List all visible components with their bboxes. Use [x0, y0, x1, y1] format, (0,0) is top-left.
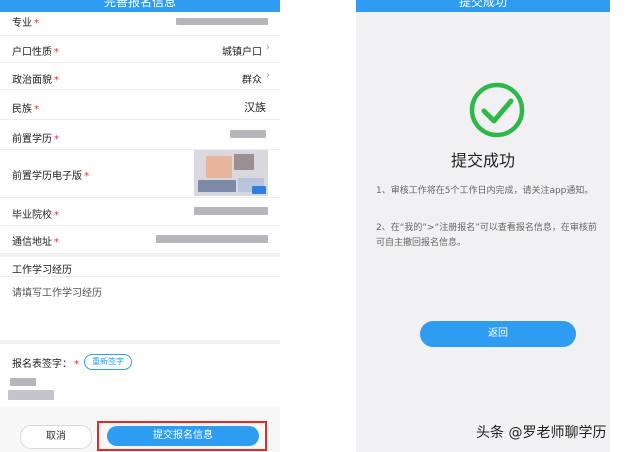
field-label: 通信地址 [12, 237, 52, 248]
field-value: 群众 [242, 75, 262, 86]
form-title: 完善报名信息 [103, 0, 176, 9]
watermark: 头条 @罗老师聊学历 [476, 425, 607, 441]
work-history-title: 工作学习经历 [12, 265, 72, 276]
field-value: 汉族 [244, 101, 266, 114]
form-header-bar: 完善报名信息 [0, 0, 280, 12]
divider [0, 276, 280, 277]
thumbnail-block [198, 180, 236, 192]
cancel-button[interactable]: 取消 [20, 425, 92, 449]
field-label: 政治面貌 [12, 75, 52, 86]
left-phone-screen: 完善报名信息 专业 * 户口性质 * 城镇户口 › 政治面貌 * 群众 › 民族 * 汉… [0, 0, 280, 452]
required-mark: * [54, 210, 59, 221]
field-label: 户口性质 [12, 47, 52, 58]
right-phone-screen: 提交成功 提交成功 1、审核工作将在5个工作日内完成，请关注app通知。 2、在… [356, 0, 610, 452]
field-row-prior-education-file[interactable]: 前置学历电子版 * [0, 150, 280, 198]
highlight-box [97, 421, 267, 451]
thumbnail-block [234, 154, 254, 170]
view-note: 2、在“我的”>“注册报名”可以查看报名信息，在审核前可自主撤回报名信息。 [376, 223, 597, 248]
required-mark: * [54, 75, 59, 86]
signature-label: 报名表签字： [12, 359, 72, 370]
uploaded-document-thumbnail[interactable] [194, 150, 268, 196]
field-value: 城镇户口 [222, 47, 262, 58]
signature-image [8, 390, 54, 400]
required-mark: * [84, 171, 89, 182]
back-button[interactable]: 返回 [420, 321, 576, 347]
blurred-value [194, 207, 268, 215]
field-label: 专业 [12, 18, 32, 29]
thumbnail-block [252, 186, 266, 194]
signature-image [10, 378, 36, 386]
section-divider [0, 340, 280, 344]
blurred-value [176, 18, 268, 25]
chevron-right-icon: › [266, 42, 270, 53]
field-label: 毕业院校 [12, 210, 52, 221]
review-note: 1、审核工作将在5个工作日内完成，请关注app通知。 [376, 186, 594, 196]
chevron-right-icon: › [266, 70, 270, 81]
required-mark: * [54, 47, 59, 58]
field-row-ethnicity[interactable]: 民族 * 汉族 [0, 90, 280, 120]
required-mark: * [34, 104, 39, 115]
required-mark: * [74, 359, 79, 370]
field-row-prior-education[interactable]: 前置学历 * [0, 120, 280, 150]
resign-button[interactable]: 重新签字 [84, 354, 132, 370]
field-row-major[interactable]: 专业 * [0, 12, 280, 36]
field-row-political[interactable]: 政治面貌 * 群众 › [0, 63, 280, 90]
success-message: 提交成功 [450, 151, 515, 170]
required-mark: * [54, 237, 59, 248]
required-mark: * [34, 18, 39, 29]
field-label: 前置学历电子版 [12, 171, 82, 182]
success-header-bar: 提交成功 [356, 0, 610, 12]
field-label: 民族 [12, 104, 32, 115]
check-circle-icon [469, 82, 525, 138]
blurred-value [230, 130, 266, 138]
thumbnail-block [206, 156, 232, 178]
section-divider [0, 254, 280, 257]
field-label: 前置学历 [12, 134, 52, 145]
required-mark: * [54, 134, 59, 145]
field-row-graduated-school[interactable]: 毕业院校 * [0, 198, 280, 226]
work-history-input[interactable]: 请填写工作学习经历 [12, 284, 102, 299]
blurred-value [156, 235, 268, 243]
field-row-hukou[interactable]: 户口性质 * 城镇户口 › [0, 36, 280, 63]
success-header-title: 提交成功 [458, 0, 507, 9]
field-row-address[interactable]: 通信地址 * [0, 226, 280, 254]
